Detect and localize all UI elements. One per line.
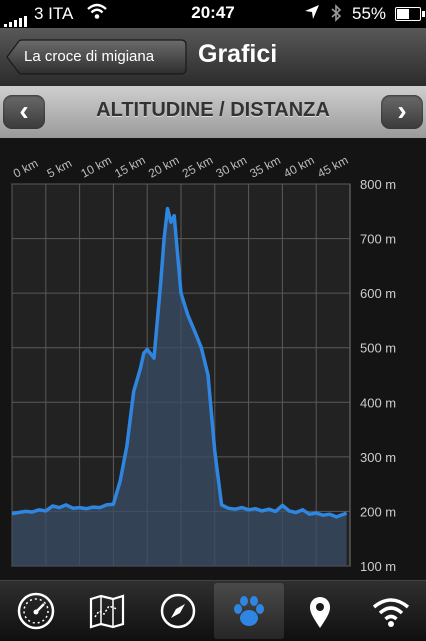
- y-tick-label: 400 m: [360, 395, 396, 410]
- navigation-bar: La croce di migiana Grafici: [0, 28, 426, 87]
- x-tick-label: 35 km: [247, 153, 282, 181]
- tab-speedometer[interactable]: [1, 583, 71, 639]
- chevron-right-icon[interactable]: ›: [381, 95, 423, 129]
- location-services-icon: [304, 4, 320, 25]
- status-bar: 3 ITA 20:47 55%: [0, 0, 426, 28]
- tab-paw[interactable]: [214, 583, 284, 639]
- elevation-chart-svg: 0 km 5 km 10 km15 km20 km25 km30 km35 km40…: [11, 153, 396, 574]
- paw-icon: [234, 596, 264, 626]
- x-tick-label: 25 km: [180, 153, 215, 181]
- back-button-label: La croce di migiana: [24, 48, 155, 65]
- compass-icon: [160, 593, 196, 629]
- wifi-icon: [372, 598, 410, 627]
- chart-selector: ‹ ALTITUDINE / DISTANZA ›: [0, 86, 426, 138]
- y-tick-label: 100 m: [360, 559, 396, 574]
- y-tick-label: 600 m: [360, 286, 396, 301]
- x-tick-label: 10 km: [78, 153, 113, 181]
- map-icon: [89, 594, 125, 629]
- battery-icon: [395, 7, 425, 21]
- tab-bar: [0, 580, 426, 641]
- y-tick-label: 200 m: [360, 504, 396, 519]
- speedometer-icon: [17, 592, 55, 630]
- y-tick-label: 700 m: [360, 232, 396, 247]
- location-pin-icon: [310, 597, 330, 628]
- y-tick-label: 800 m: [360, 177, 396, 192]
- x-tick-label: 5 km: [45, 156, 75, 181]
- chart-title: ALTITUDINE / DISTANZA: [96, 99, 330, 121]
- tab-wifi[interactable]: [356, 583, 426, 639]
- tab-compass[interactable]: [143, 583, 213, 639]
- x-tick-label: 0 km: [11, 156, 41, 181]
- x-tick-label: 20 km: [146, 153, 181, 181]
- x-tick-label: 30 km: [214, 153, 249, 181]
- elevation-chart: 0 km 5 km 10 km 15 km 20 km 25 km 30 km 35 km 40…: [0, 138, 426, 580]
- bluetooth-icon: [330, 4, 342, 27]
- tab-map[interactable]: [72, 583, 142, 639]
- x-tick-label: 45 km: [315, 153, 350, 181]
- x-tick-label: 40 km: [281, 153, 316, 181]
- battery-percentage: 55%: [352, 4, 387, 23]
- tab-location[interactable]: [285, 583, 355, 639]
- y-tick-label: 300 m: [360, 450, 396, 465]
- back-button[interactable]: La croce di migiana: [6, 39, 187, 75]
- page-title: Grafici: [198, 40, 278, 68]
- y-tick-label: 500 m: [360, 341, 396, 356]
- x-tick-label: 15 km: [112, 153, 147, 181]
